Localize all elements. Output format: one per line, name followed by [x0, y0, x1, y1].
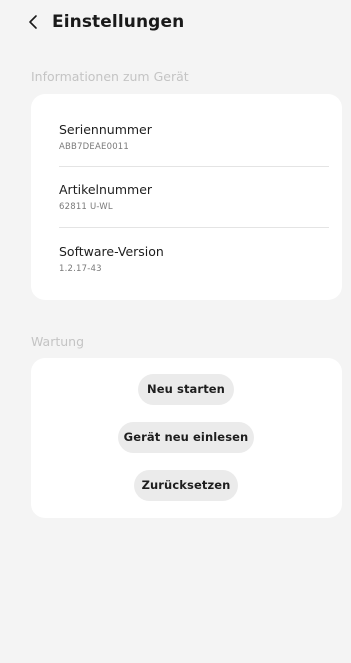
reload-device-button[interactable]: Gerät neu einlesen	[118, 422, 254, 453]
info-row-serial-number: Seriennummer ABB7DEAE0011	[59, 122, 329, 170]
device-info-card: Seriennummer ABB7DEAE0011 Artikelnummer …	[31, 94, 342, 300]
header: Einstellungen	[0, 0, 351, 46]
divider	[59, 166, 329, 167]
info-row-article-number: Artikelnummer 62811 U-WL	[59, 182, 329, 230]
divider	[59, 227, 329, 228]
section-label-device-info: Informationen zum Gerät	[31, 69, 189, 84]
software-version-label: Software-Version	[59, 244, 164, 259]
back-button[interactable]	[26, 11, 42, 33]
section-label-maintenance: Wartung	[31, 334, 85, 349]
maintenance-card: Neu starten Gerät neu einlesen Zurückset…	[31, 358, 342, 518]
restart-button[interactable]: Neu starten	[138, 374, 234, 405]
software-version-value: 1.2.17-43	[59, 264, 102, 274]
article-number-value: 62811 U-WL	[59, 202, 113, 212]
reset-button[interactable]: Zurücksetzen	[134, 470, 238, 501]
chevron-left-icon	[29, 15, 37, 29]
article-number-label: Artikelnummer	[59, 182, 153, 197]
info-row-software-version: Software-Version 1.2.17-43	[59, 244, 329, 292]
serial-number-value: ABB7DEAE0011	[59, 142, 130, 152]
page-title: Einstellungen	[52, 12, 185, 32]
serial-number-label: Seriennummer	[59, 122, 152, 137]
